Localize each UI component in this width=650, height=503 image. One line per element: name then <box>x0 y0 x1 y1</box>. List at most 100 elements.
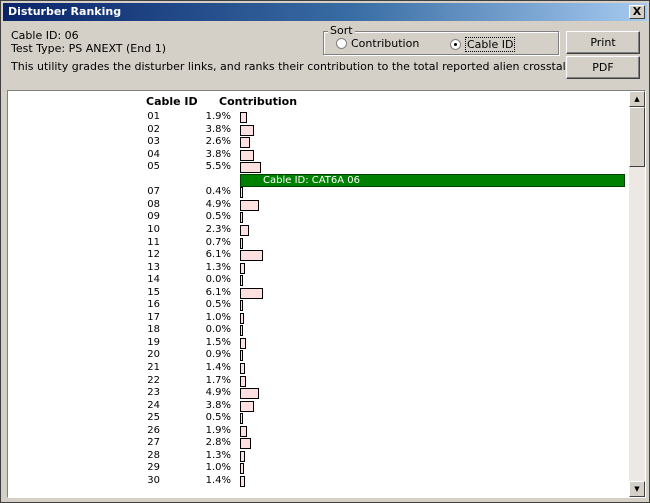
row-contribution: 0.5% <box>205 412 231 424</box>
selected-cable-bar[interactable]: Cable ID: CAT6A 06 <box>240 174 625 187</box>
contribution-bar[interactable] <box>240 363 245 374</box>
ranking-row: 30 1.4% <box>8 475 630 488</box>
contribution-bar[interactable] <box>240 224 249 236</box>
row-cable-id: 09 <box>147 211 160 223</box>
scroll-up-icon[interactable]: ▲ <box>629 91 645 107</box>
ranking-row: 07 0.4% <box>8 186 630 199</box>
row-cable-id: 27 <box>147 437 160 449</box>
row-contribution: 1.3% <box>205 449 231 461</box>
row-contribution: 2.6% <box>205 136 231 148</box>
ranking-row: 15 6.1% <box>8 287 630 300</box>
row-contribution: 0.4% <box>205 186 231 198</box>
contribution-bar[interactable] <box>240 325 243 337</box>
contribution-bar[interactable] <box>240 388 259 400</box>
row-contribution: 0.0% <box>205 324 231 336</box>
test-type-text: Test Type: PS ANEXT (End 1) <box>11 42 166 55</box>
contribution-bar[interactable] <box>240 137 250 149</box>
cable-id-header: Cable ID <box>146 95 198 108</box>
row-contribution: 1.9% <box>205 111 231 122</box>
contribution-bar[interactable] <box>240 350 243 362</box>
row-cable-id: 01 <box>147 111 160 122</box>
row-cable-id: 07 <box>147 186 160 198</box>
sort-contribution-radio[interactable]: Contribution <box>336 37 419 50</box>
ranking-row: 04 3.8% <box>8 149 630 162</box>
contribution-bar[interactable] <box>240 212 243 224</box>
row-contribution: 0.5% <box>205 299 231 311</box>
scroll-down-icon[interactable]: ▼ <box>629 481 645 497</box>
row-cable-id: 20 <box>147 349 160 361</box>
pdf-button[interactable]: PDF <box>566 56 640 79</box>
ranking-row: 03 2.6% <box>8 136 630 149</box>
row-contribution: 1.0% <box>205 311 231 323</box>
ranking-row: 27 2.8% <box>8 437 630 450</box>
row-contribution: 3.8% <box>205 399 231 411</box>
contribution-bar[interactable] <box>240 237 243 249</box>
contribution-bar[interactable] <box>240 162 261 174</box>
row-cable-id: 03 <box>147 136 160 148</box>
row-cable-id: 15 <box>147 286 160 298</box>
contribution-bar[interactable] <box>240 425 247 437</box>
sort-cable-id-radio[interactable]: Cable ID <box>450 37 516 52</box>
row-cable-id: 29 <box>147 462 160 474</box>
row-contribution: 3.8% <box>205 148 231 160</box>
row-contribution: 1.4% <box>205 474 231 486</box>
row-contribution: 1.3% <box>205 261 231 273</box>
ranking-row: 12 6.1% <box>8 249 630 262</box>
ranking-row: 10 2.3% <box>8 224 630 237</box>
contribution-bar[interactable] <box>240 199 259 211</box>
contribution-bar[interactable] <box>240 312 244 324</box>
row-cable-id: 26 <box>147 424 160 436</box>
contribution-bar[interactable] <box>240 262 245 274</box>
description-text: This utility grades the disturber links,… <box>11 60 576 73</box>
contribution-bar[interactable] <box>240 149 254 161</box>
contribution-bar[interactable] <box>240 287 263 299</box>
disturber-ranking-window: Disturber Ranking X Cable ID: 06 Test Ty… <box>0 0 650 503</box>
row-contribution: 3.8% <box>205 123 231 135</box>
row-cable-id: 05 <box>147 161 160 173</box>
row-cable-id: 18 <box>147 324 160 336</box>
row-cable-id: 12 <box>147 249 160 261</box>
contribution-bar[interactable] <box>240 413 243 425</box>
row-contribution: 6.1% <box>205 286 231 298</box>
row-cable-id: 11 <box>147 236 160 248</box>
cable-id-text: Cable ID: 06 <box>11 29 79 42</box>
ranking-row: 17 1.0% <box>8 312 630 325</box>
ranking-row: 09 0.5% <box>8 211 630 224</box>
ranking-row: 20 0.9% <box>8 349 630 362</box>
row-cable-id: 17 <box>147 311 160 323</box>
contribution-bar[interactable] <box>240 275 243 287</box>
row-cable-id: 30 <box>147 474 160 486</box>
ranking-row: 24 3.8% <box>8 400 630 413</box>
contribution-bar[interactable] <box>240 337 246 349</box>
contribution-bar[interactable] <box>240 375 246 387</box>
contribution-bar[interactable] <box>240 438 251 450</box>
contribution-bar[interactable] <box>240 450 245 462</box>
row-contribution: 1.7% <box>205 374 231 386</box>
contribution-bar[interactable] <box>240 124 254 136</box>
contribution-bar[interactable] <box>240 250 263 262</box>
ranking-row: 16 0.5% <box>8 299 630 312</box>
sort-legend: Sort <box>328 24 355 37</box>
contribution-bar[interactable] <box>240 187 243 199</box>
sort-group: Sort Contribution Cable ID <box>323 24 559 55</box>
row-contribution: 6.1% <box>205 249 231 261</box>
ranking-row: 21 1.4% <box>8 362 630 375</box>
row-cable-id: 16 <box>147 299 160 311</box>
ranking-row: 11 0.7% <box>8 237 630 250</box>
print-button[interactable]: Print <box>566 31 640 54</box>
contribution-bar[interactable] <box>240 463 244 475</box>
contribution-bar[interactable] <box>240 112 247 123</box>
scroll-thumb[interactable] <box>629 107 645 167</box>
radio-selected-icon <box>450 39 461 50</box>
row-contribution: 0.9% <box>205 349 231 361</box>
contribution-bar[interactable] <box>240 300 243 312</box>
close-button[interactable]: X <box>629 5 645 19</box>
row-cable-id: 04 <box>147 148 160 160</box>
contribution-bar[interactable] <box>240 475 245 487</box>
contribution-bar[interactable] <box>240 400 254 412</box>
ranking-row: 18 0.0% <box>8 324 630 337</box>
ranking-row: 05 5.5% <box>8 161 630 174</box>
vertical-scrollbar[interactable]: ▲ ▼ <box>629 91 645 497</box>
row-cable-id: 19 <box>147 336 160 348</box>
ranking-row: 13 1.3% <box>8 262 630 275</box>
